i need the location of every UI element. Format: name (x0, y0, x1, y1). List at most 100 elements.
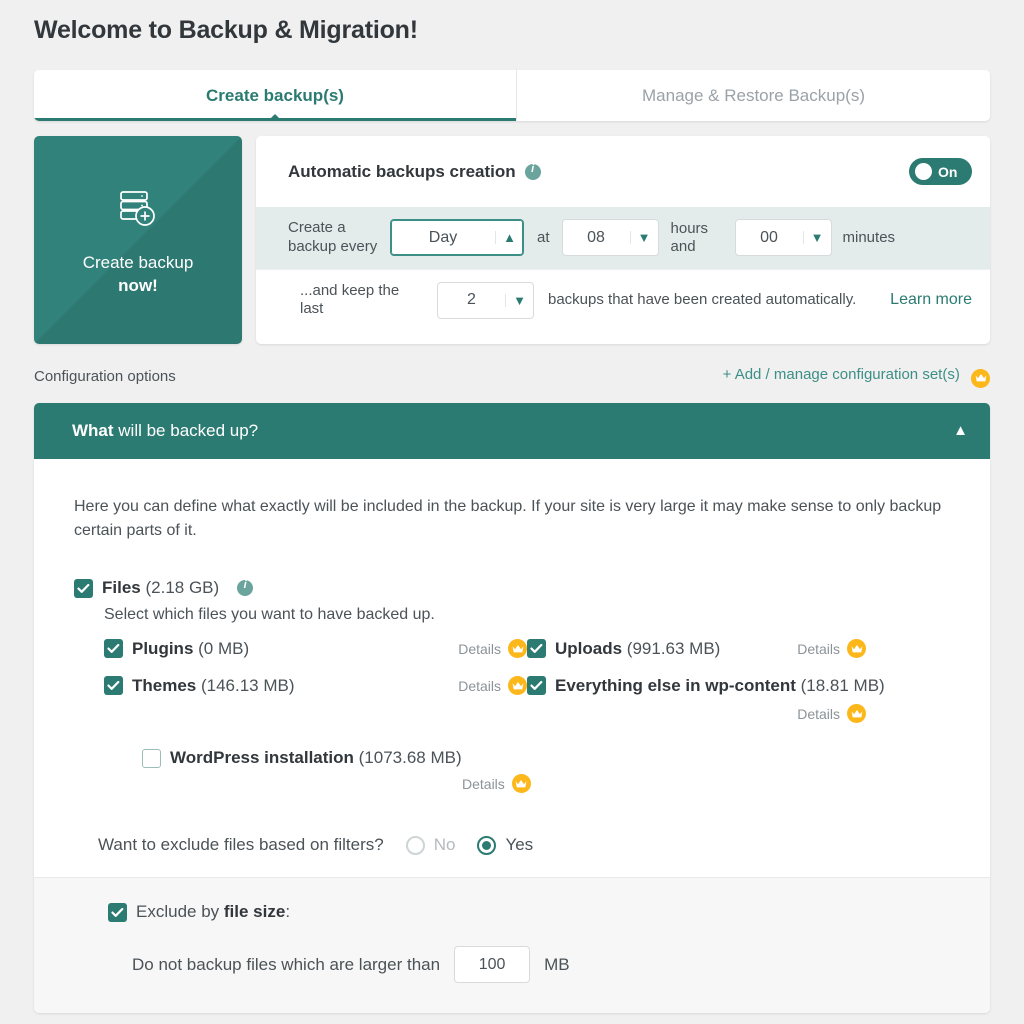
radio-dot (482, 840, 492, 850)
wordpress-installation-checkbox[interactable] (142, 748, 161, 768)
learn-more-link[interactable]: Learn more (890, 291, 972, 309)
themes-label: Themes (146.13 MB) (132, 676, 295, 696)
wordpress-installation-row: WordPress installation (1073.68 MB) (142, 748, 950, 768)
exclude-by-file-size-section: Exclude by file size: Do not backup file… (34, 877, 990, 1014)
chevron-up-icon: ▲ (495, 231, 523, 245)
uploads-name: Uploads (555, 638, 623, 658)
exclude-label-prefix: Exclude by (136, 902, 224, 922)
uploads-details-link[interactable]: Details (797, 639, 950, 659)
toggle-knob (915, 163, 932, 180)
top-row: Create backup now! Automatic backups cre… (34, 136, 990, 344)
create-backup-now-button[interactable]: Create backup now! (34, 136, 242, 344)
info-icon[interactable] (524, 163, 541, 180)
exclude-label-bold: file size (223, 902, 286, 922)
list-item: Themes (146.13 MB) Details (104, 667, 527, 704)
what-backed-up-description: Here you can define what exactly will be… (74, 497, 942, 540)
schedule-lead-label: Create a backup every (288, 219, 378, 255)
themes-details-link[interactable]: Details (458, 676, 527, 696)
automatic-backups-toggle[interactable]: On (909, 158, 972, 185)
everything-else-details-label: Details (797, 705, 840, 722)
what-backed-up-title-bold: What (72, 420, 114, 440)
exclude-filters-yes-label: Yes (505, 835, 534, 855)
schedule-minutes-label: minutes (842, 229, 896, 247)
exclude-by-file-size-label: Exclude by file size: (136, 902, 290, 922)
tab-active-pointer-icon (268, 114, 282, 121)
info-icon[interactable] (237, 579, 254, 597)
wordpress-installation-label: WordPress installation (1073.68 MB) (170, 748, 462, 768)
uploads-checkbox[interactable] (527, 639, 546, 659)
plugins-checkbox[interactable] (104, 639, 123, 659)
uploads-label: Uploads (991.63 MB) (555, 639, 720, 659)
list-item: Everything else in wp-content (18.81 MB) (527, 667, 950, 704)
interval-select-value: Day (428, 228, 458, 246)
exclude-filters-radio-yes[interactable] (477, 835, 497, 855)
what-backed-up-body: Here you can define what exactly will be… (34, 459, 990, 1014)
schedule-at-label: at (537, 229, 550, 247)
configuration-options-row: Configuration options + Add / manage con… (34, 366, 990, 388)
everything-else-checkbox[interactable] (527, 676, 546, 696)
crown-icon (508, 676, 527, 696)
files-items-right-column: Uploads (991.63 MB) Details Everything e… (527, 630, 950, 724)
tab-manage-restore-backups-label: Manage & Restore Backup(s) (642, 85, 865, 105)
files-note: Select which files you want to have back… (104, 606, 435, 624)
file-size-rule-row: Do not backup files which are larger tha… (132, 946, 950, 984)
retention-tail-label: backups that have been created automatic… (548, 290, 857, 308)
plugins-label: Plugins (0 MB) (132, 639, 249, 659)
automatic-backups-header: Automatic backups creation On (256, 136, 990, 207)
files-items-left-column: Plugins (0 MB) Details Themes (146.13 MB… (104, 630, 527, 723)
plugins-details-link[interactable]: Details (458, 639, 527, 659)
create-backup-line1: Create backup (82, 252, 194, 272)
crown-icon (511, 774, 531, 794)
themes-details-label: Details (458, 677, 501, 694)
exclude-by-file-size-checkbox[interactable] (108, 902, 127, 922)
hours-select[interactable]: 08 ▼ (561, 219, 659, 257)
crown-icon (847, 704, 866, 724)
exclude-filters-radio-no[interactable] (405, 835, 425, 855)
list-item: Plugins (0 MB) Details (104, 630, 527, 667)
add-manage-configuration-sets-link[interactable]: + Add / manage configuration set(s) (723, 366, 990, 388)
files-checkbox[interactable] (74, 578, 93, 598)
minutes-select[interactable]: 00 ▼ (734, 219, 832, 257)
what-backed-up-title: What will be backed up? (72, 421, 258, 441)
chevron-down-icon: ▼ (802, 231, 831, 245)
retention-count-value: 2 (467, 291, 476, 309)
automatic-backups-title: Automatic backups creation (288, 161, 516, 181)
files-label: Files (2.18 GB) (102, 578, 219, 598)
tab-bar: Create backup(s) Manage & Restore Backup… (34, 70, 990, 121)
tab-manage-restore-backups[interactable]: Manage & Restore Backup(s) (516, 70, 990, 121)
chevron-up-icon: ▲ (953, 422, 968, 439)
tab-create-backups[interactable]: Create backup(s) (34, 70, 516, 121)
backup-migration-page: Welcome to Backup & Migration! Create ba… (0, 0, 1024, 1024)
create-backup-line2: now! (118, 275, 158, 295)
minutes-select-value: 00 (760, 228, 778, 246)
retention-lead-label: ...and keep the last (300, 281, 400, 318)
automatic-backups-panel: Automatic backups creation On Create a b… (256, 136, 990, 344)
uploads-details-label: Details (797, 640, 840, 657)
crown-icon (847, 639, 866, 659)
wordpress-installation-size: (1073.68 MB) (358, 748, 462, 768)
toggle-state-label: On (938, 163, 958, 180)
themes-checkbox[interactable] (104, 676, 123, 696)
exclude-filters-question: Want to exclude files based on filters? (98, 835, 384, 855)
uploads-size: (991.63 MB) (626, 638, 721, 658)
interval-select[interactable]: Day ▲ (390, 219, 524, 257)
everything-else-size: (18.81 MB) (800, 675, 885, 695)
schedule-row: Create a backup every Day ▲ at 08 ▼ hour… (256, 207, 990, 269)
everything-else-label: Everything else in wp-content (18.81 MB) (555, 676, 885, 696)
file-size-unit-label: MB (544, 954, 570, 974)
crown-icon (971, 368, 990, 388)
files-items-grid: Plugins (0 MB) Details Themes (146.13 MB… (104, 630, 950, 724)
retention-count-select[interactable]: 2 ▼ (437, 281, 534, 319)
retention-row: ...and keep the last 2 ▼ backups that ha… (256, 268, 990, 332)
files-checkbox-row: Files (2.18 GB) (74, 578, 950, 598)
file-size-limit-input[interactable]: 100 (454, 946, 531, 984)
wordpress-installation-details-link[interactable]: Details (462, 774, 950, 794)
themes-name: Themes (132, 675, 197, 695)
what-backed-up-title-rest: will be backed up? (113, 420, 259, 440)
everything-else-details-link[interactable]: Details (527, 704, 950, 724)
themes-size: (146.13 MB) (200, 675, 295, 695)
schedule-hours-label: hours and (670, 219, 709, 255)
what-backed-up-header[interactable]: What will be backed up? ▲ (34, 402, 990, 459)
page-title: Welcome to Backup & Migration! (34, 16, 418, 44)
list-item: Uploads (991.63 MB) Details (527, 630, 950, 667)
